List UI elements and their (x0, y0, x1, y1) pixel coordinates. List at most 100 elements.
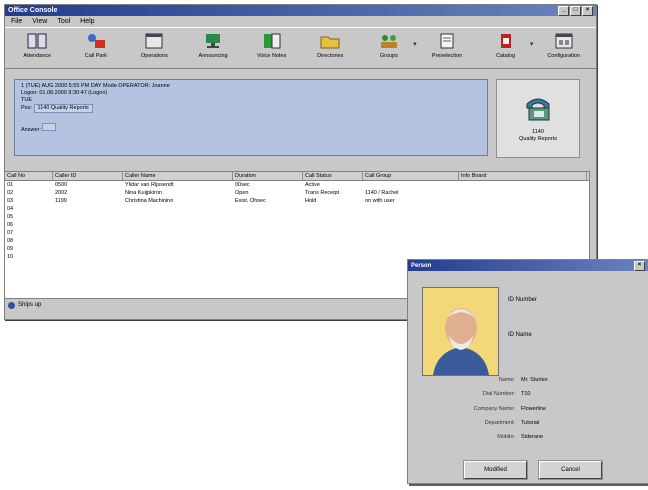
toolbar-catalog-button[interactable]: Catalog (477, 30, 534, 59)
cell-caller-name: Ylidar van Rijssendt (125, 182, 174, 188)
toolbar-configuration-button[interactable]: Configuration (535, 30, 592, 59)
toolbar-label: Catalog (496, 53, 516, 59)
table-row[interactable]: 07 (5, 229, 589, 237)
table-row[interactable]: 05 (5, 213, 589, 221)
toolbar-directories-button[interactable]: Directories (302, 30, 359, 59)
toolbar: Attendance Call Park Operations Announci… (5, 27, 596, 69)
cell-call-status (303, 221, 363, 229)
toolbar-groups-button[interactable]: Groups (361, 30, 418, 59)
toolbar-label: Groups (379, 53, 398, 59)
notebook-icon (263, 33, 281, 49)
cancel-button[interactable]: Cancel (539, 461, 602, 479)
phone-name-label: Quality Reports (519, 135, 557, 142)
minimize-button[interactable]: _ (558, 5, 569, 16)
col-info-board[interactable]: Info Board (459, 172, 587, 180)
cell-duration (233, 213, 303, 221)
cell-duration (233, 253, 303, 261)
phone-answer-button[interactable]: 1140 Quality Reports (496, 79, 580, 158)
catalog-dropdown-arrow-icon[interactable]: ▾ (530, 40, 534, 48)
two-panel-icon (27, 33, 47, 49)
field-label: Name: (498, 377, 515, 383)
cell-call-group (363, 205, 459, 213)
cell-call-no: 02 (7, 190, 14, 196)
dialog-close-button[interactable]: × (634, 260, 645, 271)
table-row[interactable]: 01 0500 Ylidar van Rijssendt 00sec Active (5, 181, 589, 189)
dialog-title-bar[interactable]: Person × (408, 260, 648, 271)
field-value: Tutorial (521, 420, 540, 426)
close-button[interactable]: × (582, 5, 593, 16)
main-title-bar[interactable]: Office Console _ □ × (5, 5, 596, 16)
col-caller-id[interactable]: Caller ID (53, 172, 123, 180)
toolbar-voice-notes-button[interactable]: Voice Notes (243, 30, 300, 59)
col-duration[interactable]: Duration (233, 172, 303, 180)
menu-file[interactable]: File (11, 18, 22, 25)
maximize-button[interactable]: □ (570, 5, 581, 16)
cell-caller-name (123, 245, 233, 253)
cell-call-no: 05 (7, 214, 14, 220)
cell-call-group (363, 245, 459, 253)
toolbar-label: Directories (317, 53, 344, 59)
cell-caller-name (123, 253, 233, 261)
catalog-icon (500, 34, 511, 48)
cell-info-board (459, 237, 587, 245)
cell-caller-name: Christina Machinino (125, 198, 174, 204)
cell-duration (233, 221, 303, 229)
field-label: Department: (484, 420, 515, 426)
table-header: Call No Caller ID Caller Name Duration C… (5, 172, 589, 181)
id-number-label: ID Number (508, 297, 538, 303)
cell-call-status: Active (305, 182, 320, 188)
cell-duration (233, 205, 303, 213)
menu-tool[interactable]: Tool (57, 18, 70, 25)
toolbar-call-park-button[interactable]: Call Park (68, 30, 125, 59)
table-row[interactable]: 02 2002 Nina Kuijpkiron Open Trans Receipt 11… (5, 189, 589, 197)
cell-call-group: 1140 / Rachel (365, 190, 399, 196)
position-field[interactable]: 1140 Quality Reports (33, 104, 93, 113)
cell-call-group (363, 221, 459, 229)
cell-call-no: 04 (7, 206, 14, 212)
col-call-status[interactable]: Call Status (303, 172, 363, 180)
groups-dropdown-arrow-icon[interactable]: ▾ (413, 40, 417, 48)
table-row[interactable]: 06 (5, 221, 589, 229)
field-value: Mr. Sturien (521, 377, 548, 383)
col-caller-name[interactable]: Caller Name (123, 172, 233, 180)
cell-caller-id (53, 205, 123, 213)
telephone-icon (526, 98, 550, 121)
toolbar-label: Preselection (431, 53, 463, 59)
person-portrait-image (423, 288, 498, 375)
toolbar-attendance-button[interactable]: Attendance (9, 30, 66, 59)
dialog-title: Person (411, 262, 432, 269)
cell-call-group (363, 181, 459, 189)
cell-caller-id: 0500 (55, 182, 68, 188)
toolbar-preselection-button[interactable]: Preselection (419, 30, 476, 59)
network-icon (206, 34, 221, 48)
answer-field[interactable] (42, 123, 57, 131)
toolbar-label: Announcing (198, 53, 228, 59)
cell-info-board (459, 245, 587, 253)
cell-info-board (459, 213, 587, 221)
cell-info-board (459, 181, 587, 189)
toolbar-label: Operations (141, 53, 168, 59)
col-call-group[interactable]: Call Group (363, 172, 459, 180)
table-row[interactable]: 09 (5, 245, 589, 253)
park-icon (87, 34, 105, 48)
cell-call-no: 01 (7, 182, 14, 188)
menu-help[interactable]: Help (80, 18, 94, 25)
table-row[interactable]: 04 (5, 205, 589, 213)
cell-call-no: 06 (7, 222, 14, 228)
table-row[interactable]: 03 1199 Christina Machinino Exist. Ohsec Hol… (5, 197, 589, 205)
col-call-no[interactable]: Call No (5, 172, 53, 180)
config-icon (555, 33, 573, 49)
toolbar-announcing-button[interactable]: Announcing (185, 30, 242, 59)
toolbar-label: Call Park (84, 53, 108, 59)
info-day-line: TUE (21, 97, 32, 103)
table-row[interactable]: 08 (5, 237, 589, 245)
cell-info-board (459, 221, 587, 229)
cell-caller-name: Nina Kuijpkiron (125, 190, 162, 196)
toolbar-operations-button[interactable]: Operations (126, 30, 183, 59)
modified-button[interactable]: Modified (464, 461, 527, 479)
cell-caller-id: 1199 (55, 198, 67, 204)
menu-view[interactable]: View (32, 18, 47, 25)
cell-call-status (303, 245, 363, 253)
window-title: Office Console (8, 7, 58, 14)
field-mobile: Mobile: Siderane (408, 434, 543, 440)
